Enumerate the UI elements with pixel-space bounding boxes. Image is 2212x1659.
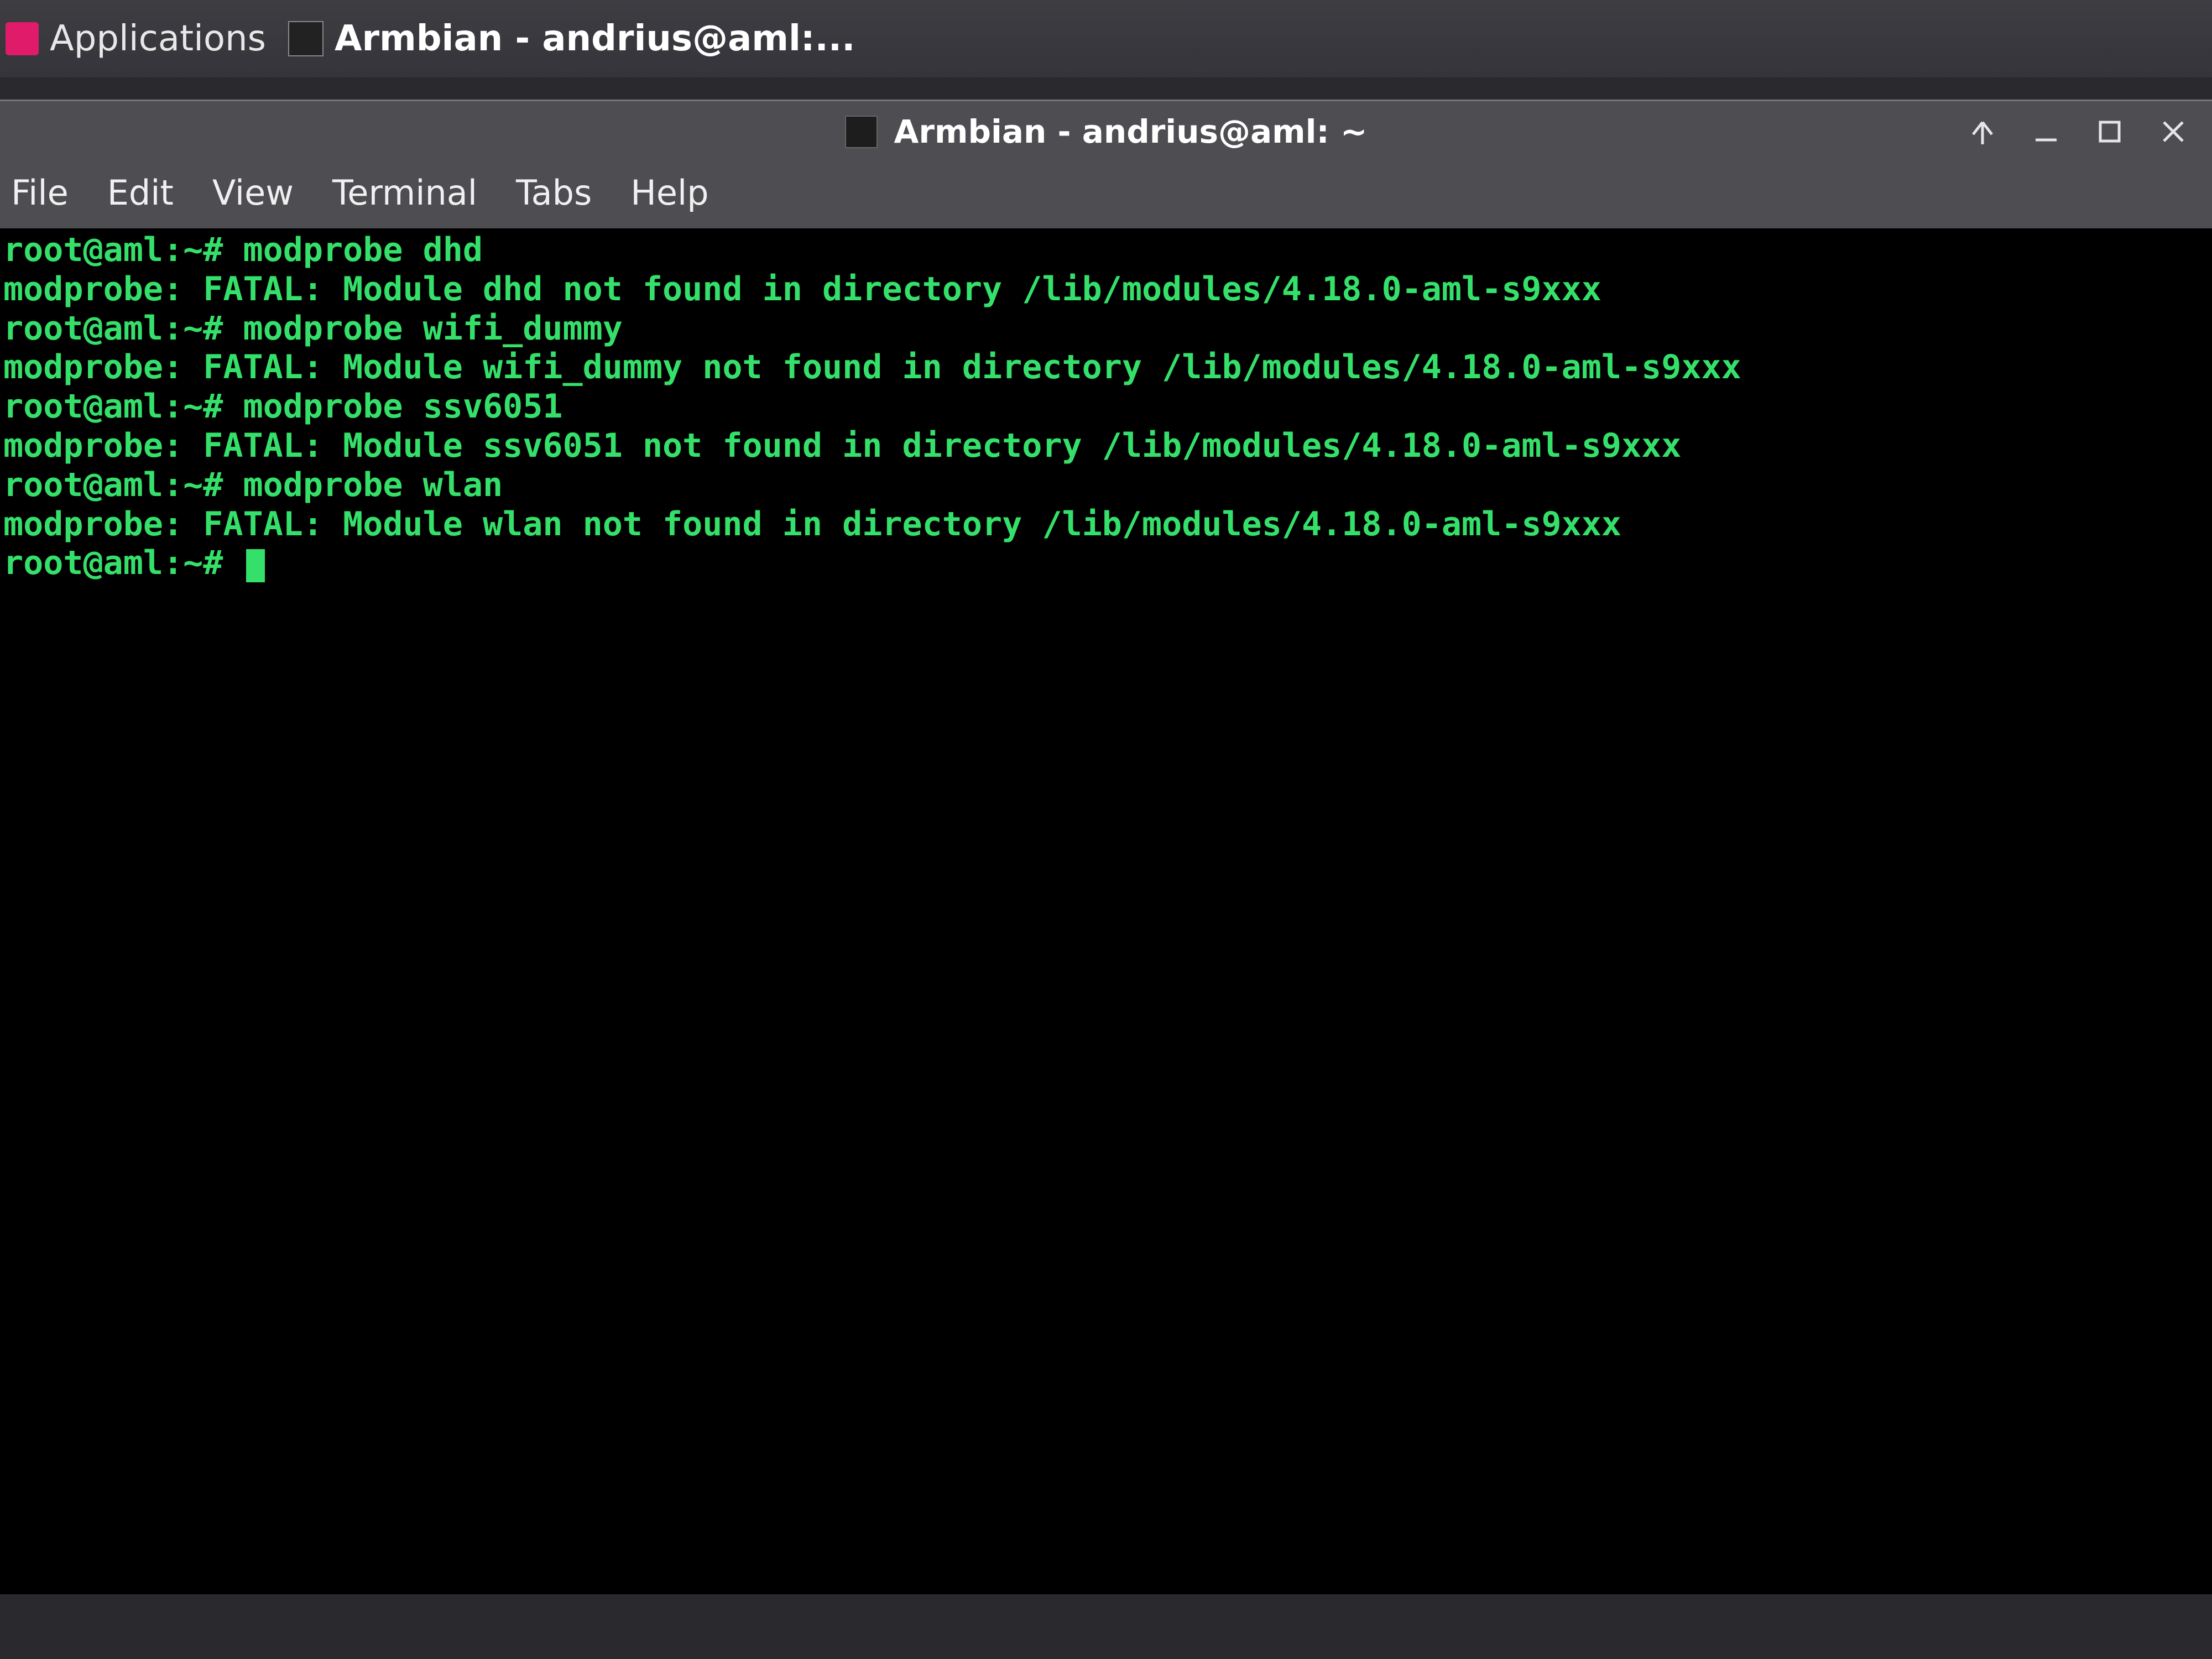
window-close-button[interactable] xyxy=(2157,115,2190,148)
terminal-icon xyxy=(845,116,878,148)
terminal-viewport[interactable]: root@aml:~# modprobe dhd modprobe: FATAL… xyxy=(0,228,2212,1594)
menu-help[interactable]: Help xyxy=(630,173,708,213)
applications-menu[interactable]: Applications xyxy=(6,18,266,59)
terminal-cursor xyxy=(246,549,265,582)
menu-edit[interactable]: Edit xyxy=(107,173,174,213)
window-ontop-button[interactable] xyxy=(1966,115,1999,148)
maximize-icon xyxy=(2096,118,2124,145)
terminal-output[interactable]: root@aml:~# modprobe dhd modprobe: FATAL… xyxy=(0,228,2212,585)
window-minimize-button[interactable] xyxy=(2030,115,2063,148)
window-maximize-button[interactable] xyxy=(2093,115,2126,148)
arrow-up-icon xyxy=(1969,118,1996,145)
menu-file[interactable]: File xyxy=(11,173,69,213)
window-title: Armbian - andrius@aml: ~ xyxy=(894,113,1368,150)
menu-terminal[interactable]: Terminal xyxy=(332,173,477,213)
minimize-icon xyxy=(2032,118,2060,145)
applications-label: Applications xyxy=(50,18,266,59)
desktop-panel: Applications Armbian - andrius@aml:... xyxy=(0,0,2212,77)
terminal-window: Armbian - andrius@aml: ~ File Edit View … xyxy=(0,100,2212,1594)
close-icon xyxy=(2159,118,2187,145)
distro-logo-icon xyxy=(6,22,39,55)
taskbar-entry-label: Armbian - andrius@aml:... xyxy=(335,18,855,59)
taskbar-entry-terminal[interactable]: Armbian - andrius@aml:... xyxy=(288,18,855,59)
terminal-menubar: File Edit View Terminal Tabs Help xyxy=(0,162,2212,223)
window-titlebar[interactable]: Armbian - andrius@aml: ~ xyxy=(0,101,2212,162)
menu-tabs[interactable]: Tabs xyxy=(516,173,592,213)
menu-view[interactable]: View xyxy=(212,173,294,213)
terminal-icon xyxy=(288,21,324,56)
